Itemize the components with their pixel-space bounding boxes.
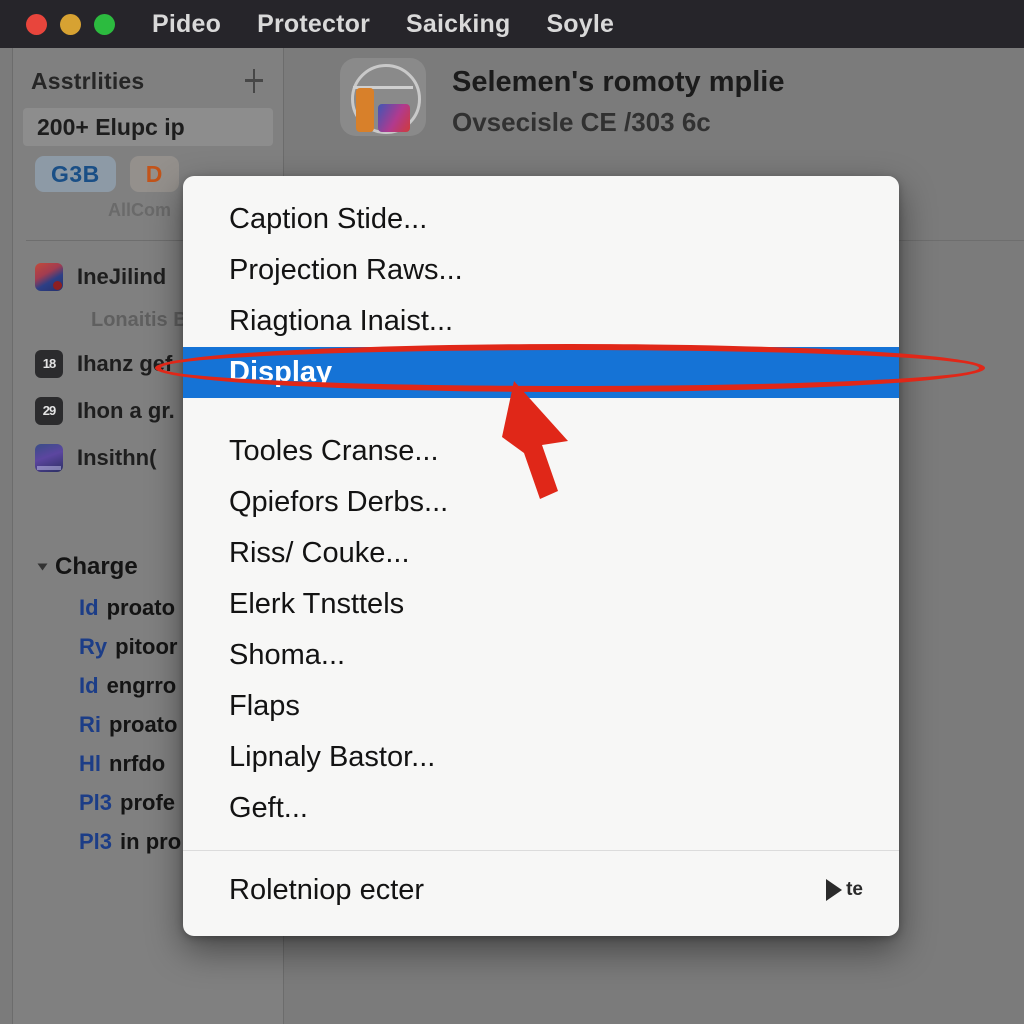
menu-item-shoma[interactable]: Shoma... (183, 630, 899, 681)
zoom-window-icon[interactable] (94, 13, 115, 35)
menubar-item-3[interactable]: Soyle (546, 10, 614, 39)
menubar-item-2[interactable]: Saicking (406, 10, 510, 39)
menu-item-geft[interactable]: Geft... (183, 783, 899, 834)
list-item-prefix: Id (79, 672, 99, 698)
list-item-label: Ihon a gr. (77, 397, 175, 423)
minimize-window-icon[interactable] (60, 13, 81, 35)
chip-0[interactable]: G3B (35, 156, 116, 192)
sidebar-selected-label: 200+ Elupc ip (37, 113, 185, 140)
menu-item-tooles-cranse[interactable]: Tooles Cranse... (183, 426, 899, 477)
chevron-down-icon[interactable] (37, 563, 48, 571)
page-subtitle: Ovsecisle CE /303 6c (452, 107, 711, 137)
menu-shortcut-label: te (846, 879, 863, 900)
list-item-label: engrro (106, 672, 177, 698)
list-item-label: Insithn( (77, 444, 157, 470)
basket-app-icon (340, 58, 426, 136)
list-item-label: Ihanz gef (77, 350, 173, 376)
menu-item-elerk-tnsttels[interactable]: Elerk Tnsttels (183, 579, 899, 630)
sidebar-title: Asstrlities (31, 67, 145, 94)
dark-badge-icon: 29 (35, 396, 63, 425)
menu-spacer (183, 398, 899, 426)
menu-bar[interactable]: Pideo Protector Saicking Soyle (152, 10, 614, 39)
list-item-prefix: Id (79, 594, 99, 620)
window-body: Asstrlities 200+ Elupc ip G3B D AllCom I… (0, 48, 1024, 1024)
sidebar-selected-row[interactable]: 200+ Elupc ip (23, 108, 273, 146)
menubar-item-1[interactable]: Protector (257, 10, 370, 39)
context-menu[interactable]: Caption Stide... Projection Raws... Riag… (183, 176, 899, 936)
close-window-icon[interactable] (26, 13, 47, 35)
menu-item-projection-raws[interactable]: Projection Raws... (183, 245, 899, 296)
photo-thumbnail-icon (35, 262, 63, 291)
menu-item-display[interactable]: Display (183, 347, 899, 398)
list-item-label: proato (109, 711, 178, 737)
dark-badge-icon: 18 (35, 349, 63, 378)
image-thumbnail-icon (35, 443, 63, 472)
list-item-label: nrfdo (109, 750, 166, 776)
list-item-label: profe (120, 789, 176, 815)
menu-item-caption-stide[interactable]: Caption Stide... (183, 194, 899, 245)
list-item-label: proato (106, 594, 176, 620)
content-header: Selemen's romoty mplie Ovsecisle CE /303… (340, 58, 784, 138)
page-title: Selemen's romoty mplie (452, 66, 785, 98)
filter-slider-icon[interactable] (243, 69, 265, 93)
menu-item-riss-couke[interactable]: Riss/ Couke... (183, 528, 899, 579)
content-header-text: Selemen's romoty mplie Ovsecisle CE /303… (452, 58, 784, 138)
window-controls[interactable] (26, 13, 115, 35)
context-menu-list: Caption Stide... Projection Raws... Riag… (183, 176, 899, 929)
list-item-label: pitoor (115, 633, 178, 659)
title-bar: Pideo Protector Saicking Soyle (0, 0, 1024, 48)
sidebar-subtle-label: AllCom (108, 200, 171, 220)
list-item-prefix: Ry (79, 633, 108, 659)
list-item-prefix: Ri (79, 711, 101, 737)
menu-item-qpiefors-derbs[interactable]: Qpiefors Derbs... (183, 477, 899, 528)
sidebar-header: Asstrlities (13, 58, 283, 104)
play-triangle-icon (826, 879, 843, 901)
sidebar-chips: G3B D (35, 156, 179, 192)
chip-1[interactable]: D (129, 156, 179, 192)
menu-footer-label: Roletniop ecter (229, 873, 425, 906)
menubar-item-0[interactable]: Pideo (152, 10, 221, 39)
submenu-indicator: te (826, 879, 863, 901)
list-item-prefix: Pl3 (79, 828, 113, 854)
sidebar-group-title: Charge (55, 553, 138, 580)
list-item-prefix: Hl (79, 750, 101, 776)
list-item-label: IneJilind (77, 263, 167, 289)
menu-item-flaps[interactable]: Flaps (183, 681, 899, 732)
list-item-prefix: Pl3 (79, 789, 113, 815)
screen: Pideo Protector Saicking Soyle Asstrliti… (0, 0, 1024, 1024)
menu-item-lipnaly-bastor[interactable]: Lipnaly Bastor... (183, 732, 899, 783)
list-item-label: in pro (120, 828, 182, 854)
menu-item-riagtiona-inaist[interactable]: Riagtiona Inaist... (183, 296, 899, 347)
menu-item-roletniop-ecter[interactable]: Roletniop ecter te (183, 851, 899, 929)
